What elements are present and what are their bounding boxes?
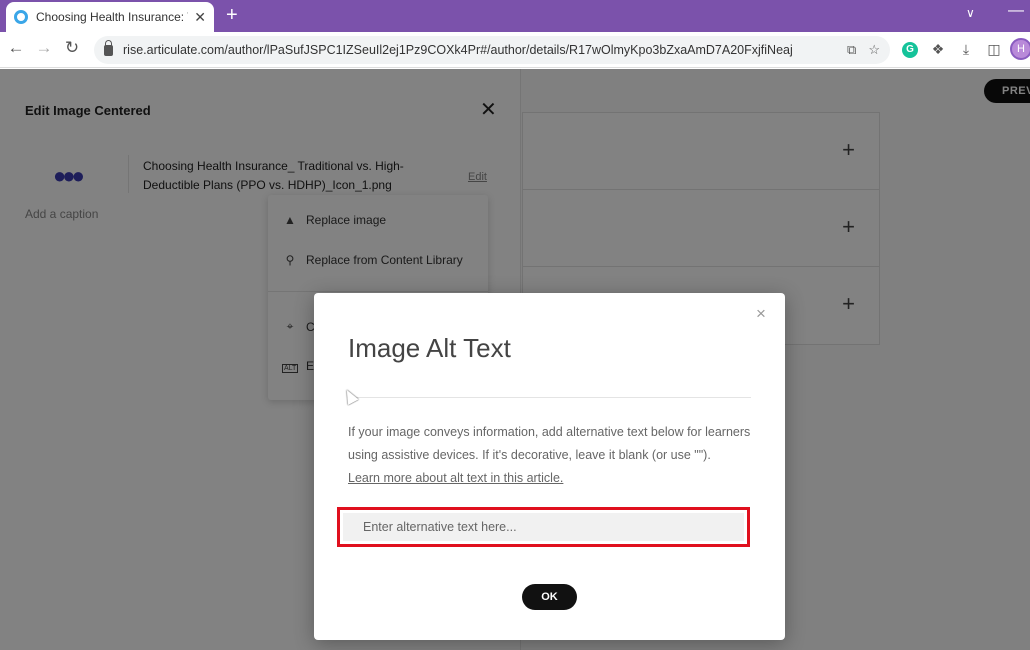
extensions-puzzle-icon[interactable]: ❖ [929,41,947,58]
download-icon[interactable]: ⤓ [957,41,975,58]
learn-more-link[interactable]: Learn more about alt text in this articl… [348,467,563,490]
lock-icon [104,39,113,56]
tab-close-icon[interactable]: ✕ [194,9,206,26]
mouse-cursor-icon [341,387,359,405]
modal-title: Image Alt Text [348,333,511,363]
browser-toolbar: ← → ↻ rise.articulate.com/author/lPaSufJ… [0,32,1030,68]
articulate-favicon-icon [14,10,28,24]
alt-text-input-highlight [337,507,750,547]
browser-tab[interactable]: Choosing Health Insurance: Trad ✕ [6,2,214,32]
new-tab-button[interactable]: + [226,3,238,27]
address-bar[interactable]: rise.articulate.com/author/lPaSufJSPC1IZ… [94,36,890,64]
url-text: rise.articulate.com/author/lPaSufJSPC1IZ… [123,43,793,57]
modal-description: If your image conveys information, add a… [348,425,751,462]
profile-avatar[interactable]: H [1010,38,1030,60]
grammarly-extension-icon[interactable]: G [902,42,918,58]
browser-window: Choosing Health Insurance: Trad ✕ + ∨ — … [0,0,1030,650]
tab-search-chevron-icon[interactable]: ∨ [966,6,975,20]
forward-arrow-icon[interactable]: → [32,38,56,58]
image-alt-text-modal: × Image Alt Text If your image conveys i… [314,293,785,640]
ok-button[interactable]: OK [522,584,577,610]
tab-strip: Choosing Health Insurance: Trad ✕ + ∨ — [0,0,1030,32]
close-icon[interactable]: × [756,304,766,324]
modal-divider [348,397,751,398]
back-arrow-icon[interactable]: ← [4,38,28,58]
alt-text-input[interactable] [343,513,744,541]
bookmark-star-icon[interactable]: ☆ [868,42,880,58]
tab-title: Choosing Health Insurance: Trad [36,10,188,24]
share-icon[interactable]: ⧉ [847,42,856,58]
minimize-icon[interactable]: — [1008,2,1024,20]
reload-icon[interactable]: ↻ [60,38,84,58]
side-panel-icon[interactable]: ◫ [985,41,1003,58]
